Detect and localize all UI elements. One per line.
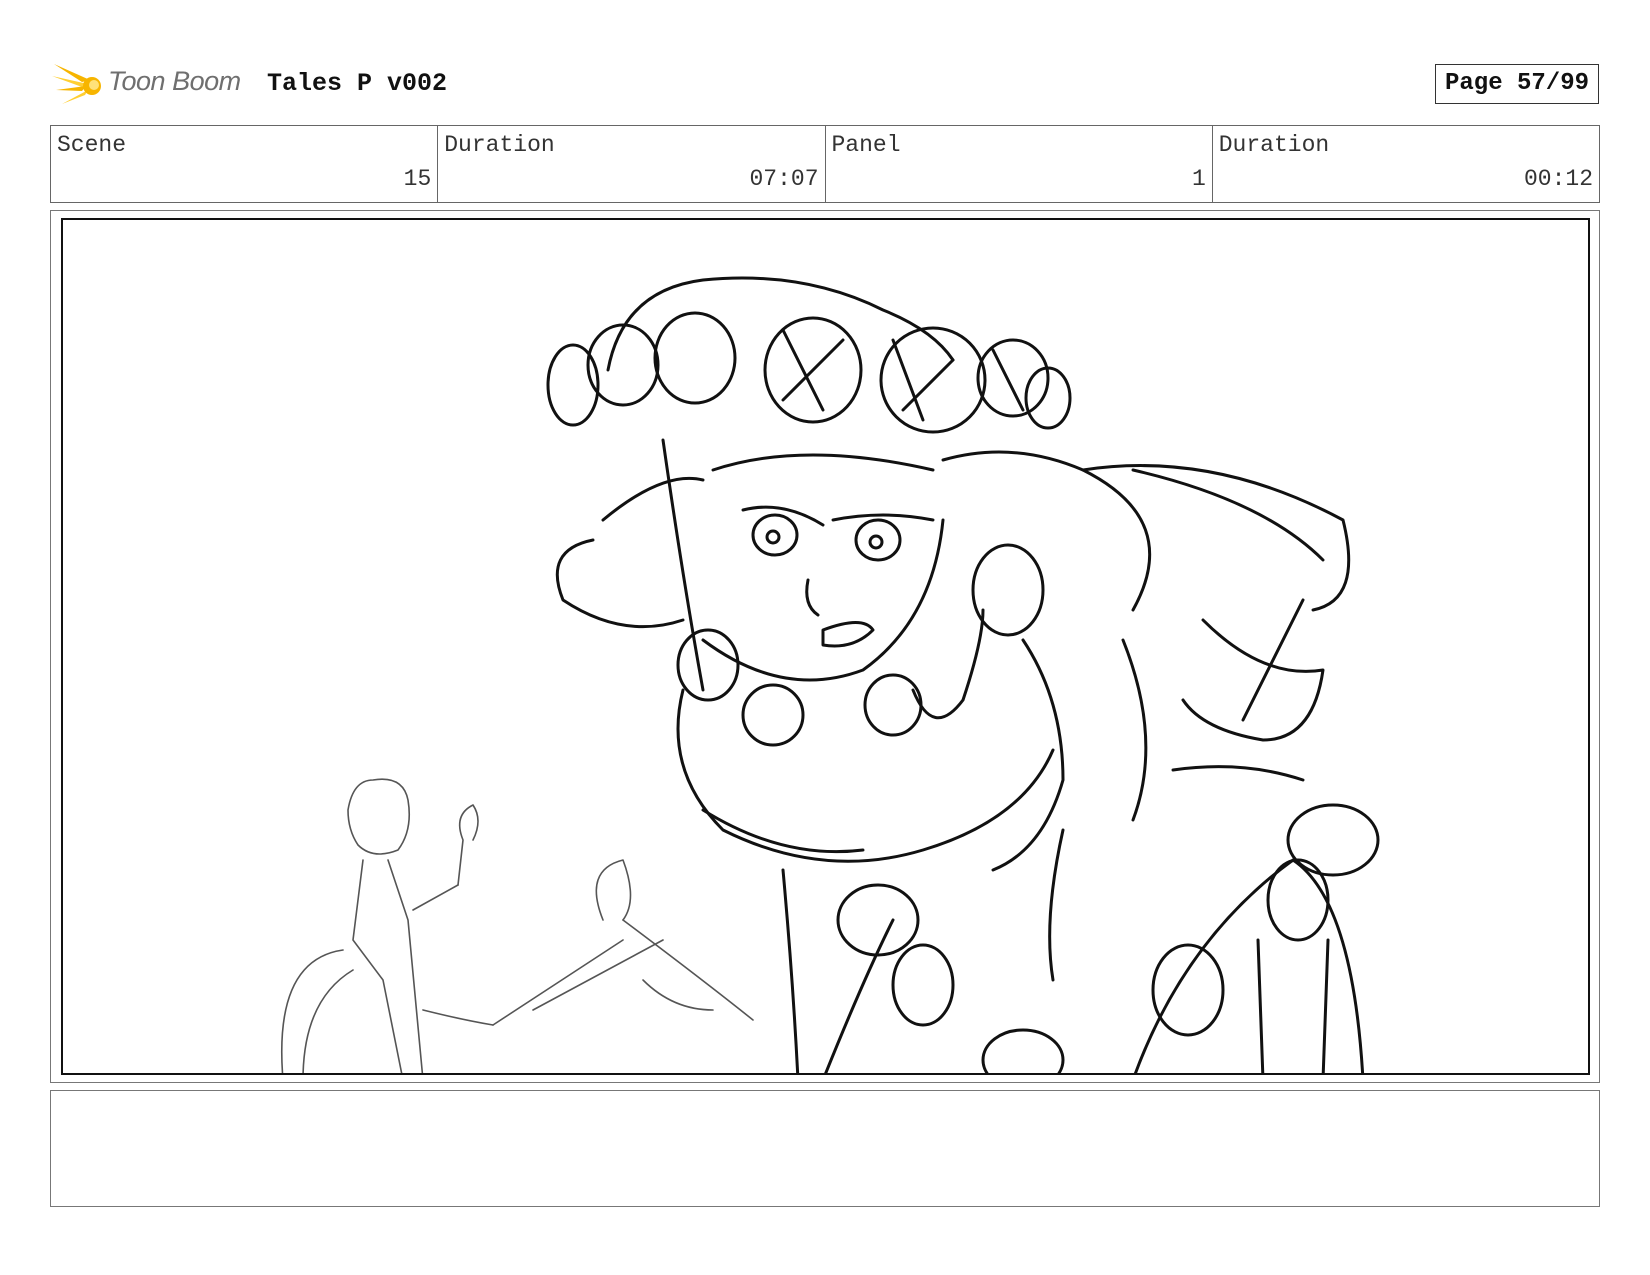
logo-text: Toon Boom	[108, 66, 241, 96]
storyboard-panel	[61, 218, 1590, 1075]
crown-ornaments	[546, 276, 1072, 434]
toon-boom-logo: Toon Boom	[52, 58, 252, 110]
small-character-sketch	[280, 778, 754, 1073]
scene-duration-label: Duration	[444, 132, 555, 158]
scene-label: Scene	[57, 132, 127, 158]
panel-duration-label: Duration	[1218, 132, 1330, 158]
storyboard-sketch	[280, 276, 1380, 1073]
info-row: Scene 15 Duration 07:07 Panel 1 Duration…	[50, 125, 1600, 203]
page-number: Page 57/99	[1435, 64, 1599, 104]
panel-value: 1	[1191, 166, 1206, 192]
jewelry	[676, 543, 1045, 747]
panel-label: Panel	[831, 132, 901, 158]
notes-box	[50, 1090, 1600, 1207]
document-title: Tales P v002	[267, 69, 448, 98]
dress-pattern	[824, 803, 1380, 1073]
scene-duration-value: 07:07	[749, 166, 819, 192]
panel-duration-cell: Duration 00:12	[1213, 126, 1599, 202]
panel-cell: Panel 1	[826, 126, 1213, 202]
scene-value: 15	[403, 166, 432, 192]
face-and-hair	[555, 438, 1351, 692]
scene-cell: Scene 15	[51, 126, 439, 202]
body-outline	[676, 598, 1325, 1073]
comet-icon	[52, 64, 101, 104]
scene-duration-cell: Duration 07:07	[438, 126, 826, 202]
panel-duration-value: 00:12	[1523, 166, 1593, 192]
